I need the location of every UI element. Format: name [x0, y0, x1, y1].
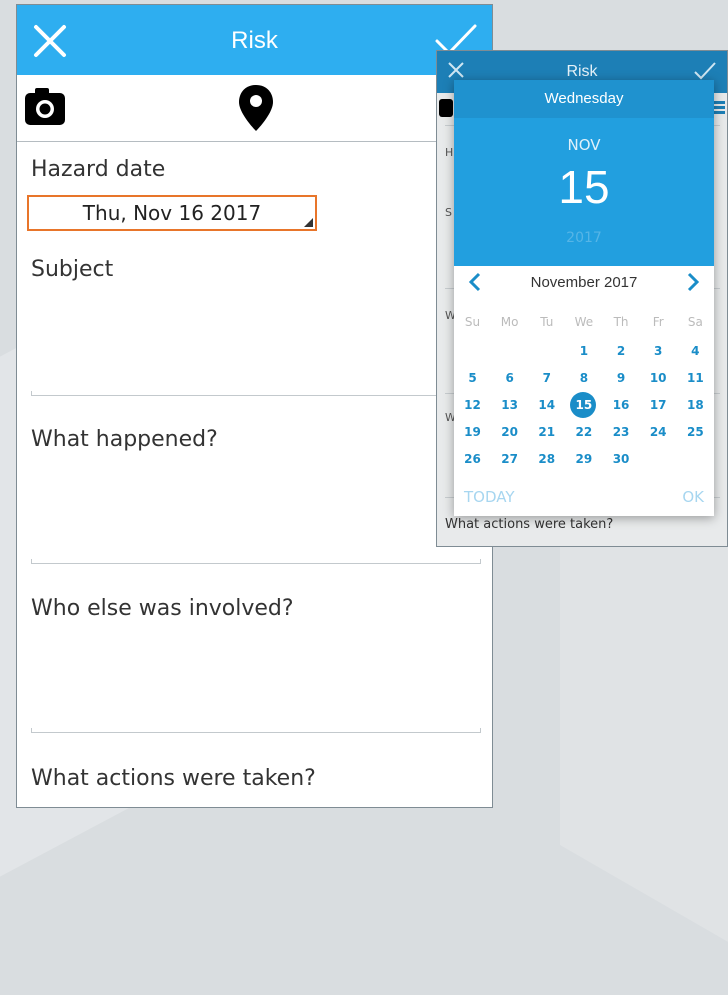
actions-label: What actions were taken?: [31, 766, 316, 791]
calendar-day[interactable]: 4: [677, 338, 714, 364]
calendar-day[interactable]: 26: [454, 446, 491, 472]
weekday-label: Fr: [652, 315, 664, 329]
picker-month[interactable]: NOV: [454, 136, 714, 154]
calendar-day[interactable]: 10: [640, 365, 677, 391]
hazard-date-label: Hazard date: [31, 157, 166, 182]
ok-button[interactable]: OK: [682, 488, 704, 506]
secondary-actions-label: What actions were taken?: [445, 517, 614, 532]
calendar-day[interactable]: 2: [603, 338, 640, 364]
calendar-day[interactable]: 28: [528, 446, 565, 472]
chevron-right-icon[interactable]: [686, 272, 700, 292]
weekday-header-row: Su Mo Tu We Th Fr Sa: [454, 315, 714, 333]
month-label: November 2017: [530, 274, 638, 291]
calendar-day[interactable]: 14: [528, 392, 565, 418]
date-picker-dialog: Wednesday NOV 15 2017 November 2017 Su Mo…: [454, 80, 714, 516]
picker-weekday: Wednesday: [454, 80, 714, 118]
calendar-day[interactable]: 21: [528, 419, 565, 445]
main-screen: Risk Hazard date Thu, Nov 16 2017 Subjec…: [16, 4, 493, 808]
weekday-label: Th: [613, 315, 629, 329]
calendar-day[interactable]: 11: [677, 365, 714, 391]
calendar-day[interactable]: 22: [565, 419, 602, 445]
calendar-day[interactable]: 20: [491, 419, 528, 445]
weekday-label: Tu: [540, 315, 554, 329]
selected-day[interactable]: 15: [565, 392, 602, 418]
calendar-day[interactable]: 19: [454, 419, 491, 445]
hazard-date-value: Thu, Nov 16 2017: [82, 201, 262, 225]
calendar-day[interactable]: 29: [565, 446, 602, 472]
calendar-day[interactable]: 1: [565, 338, 602, 364]
dropdown-corner-icon: [304, 218, 313, 227]
camera-icon[interactable]: [439, 99, 453, 117]
picker-day[interactable]: 15: [454, 160, 714, 214]
calendar-day[interactable]: 13: [491, 392, 528, 418]
calendar-day[interactable]: 5: [454, 365, 491, 391]
calendar-day[interactable]: 30: [603, 446, 640, 472]
toolbar: [17, 75, 492, 142]
today-button[interactable]: TODAY: [464, 488, 515, 506]
secondary-label-letter: H: [445, 146, 454, 159]
calendar-day[interactable]: 7: [528, 365, 565, 391]
calendar-day[interactable]: 27: [491, 446, 528, 472]
calendar-day[interactable]: 24: [640, 419, 677, 445]
camera-icon[interactable]: [24, 86, 66, 128]
calendar-day[interactable]: 9: [603, 365, 640, 391]
picker-year[interactable]: 2017: [454, 230, 714, 246]
weekday-label: We: [574, 315, 594, 329]
page-title: Risk: [231, 27, 278, 54]
secondary-title: Risk: [566, 63, 598, 80]
weekday-label: Mo: [500, 315, 519, 329]
who-else-label: Who else was involved?: [31, 596, 294, 621]
month-nav: November 2017: [454, 270, 714, 300]
hazard-date-field[interactable]: Thu, Nov 16 2017: [27, 195, 317, 231]
check-icon[interactable]: [693, 61, 717, 81]
calendar-day[interactable]: 12: [454, 392, 491, 418]
what-happened-label: What happened?: [31, 427, 218, 452]
weekday-label: Sa: [687, 315, 703, 329]
picker-header: NOV 15 2017: [454, 118, 714, 266]
calendar-day[interactable]: 16: [603, 392, 640, 418]
calendar-day[interactable]: 8: [565, 365, 602, 391]
who-else-field[interactable]: [31, 728, 481, 733]
calendar-day[interactable]: 23: [603, 419, 640, 445]
calendar-day[interactable]: 18: [677, 392, 714, 418]
calendar-day[interactable]: 25: [677, 419, 714, 445]
calendar-day[interactable]: 3: [640, 338, 677, 364]
secondary-label-letter: S: [445, 206, 452, 219]
calendar-day[interactable]: 17: [640, 392, 677, 418]
calendar-day[interactable]: 6: [491, 365, 528, 391]
what-happened-field[interactable]: [31, 559, 481, 564]
location-pin-icon[interactable]: [237, 84, 275, 132]
subject-field[interactable]: [31, 391, 481, 396]
weekday-label: Su: [464, 315, 481, 329]
menu-icon[interactable]: [713, 101, 725, 115]
subject-label: Subject: [31, 257, 114, 282]
header-bar: Risk: [17, 5, 492, 75]
